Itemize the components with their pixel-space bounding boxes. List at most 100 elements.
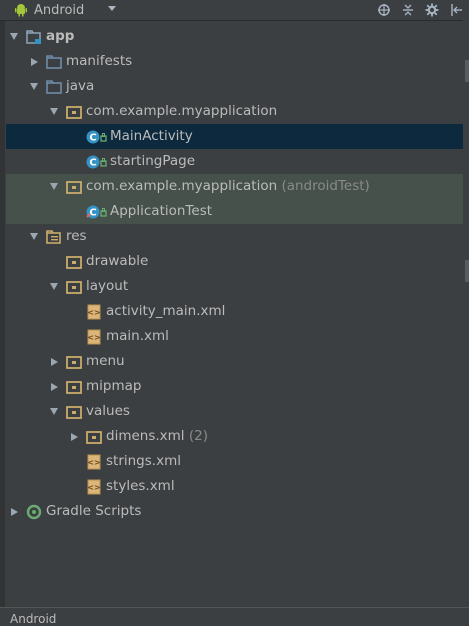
gear-icon[interactable] — [425, 3, 439, 17]
status-label: Android — [10, 612, 57, 626]
tree-item-values[interactable]: values — [6, 399, 464, 424]
tree-item-extra: (androidTest) — [281, 178, 370, 194]
tree-item-layout[interactable]: layout — [6, 274, 464, 299]
tree-item-mainactivity[interactable]: C MainActivity — [6, 124, 464, 149]
tree-item-label: activity_main.xml — [106, 299, 225, 324]
tree-item-extra: (2) — [188, 428, 208, 444]
tree-item-label: com.example.myapplication (androidTest) — [86, 174, 370, 199]
expanded-arrow-icon[interactable] — [49, 399, 59, 424]
tree-item-manifests[interactable]: manifests — [6, 49, 464, 74]
package-icon — [66, 279, 82, 295]
tree-item-text: startingPage — [110, 153, 196, 169]
tree-item-label: ApplicationTest — [110, 199, 212, 224]
scrollbar-thumb[interactable] — [465, 60, 469, 82]
status-bar: Android — [0, 607, 469, 626]
tree-item-startingpage[interactable]: CstartingPage — [6, 149, 464, 174]
tree-item-text: com.example.myapplication — [86, 178, 278, 194]
svg-text:<>: <> — [87, 308, 100, 317]
tree-item-strings-xml[interactable]: <> strings.xml — [6, 449, 464, 474]
res-icon — [46, 229, 62, 245]
chevron-down-icon[interactable] — [108, 6, 116, 11]
tree-item-main-xml[interactable]: <> main.xml — [6, 324, 464, 349]
tree-item-text: styles.xml — [106, 478, 175, 494]
collapsed-arrow-icon[interactable] — [29, 49, 39, 74]
tree-item-text: activity_main.xml — [106, 303, 226, 319]
tree-item-java[interactable]: java — [6, 74, 464, 99]
tree-item-com-example-myapplication[interactable]: com.example.myapplication (androidTest) — [6, 174, 464, 199]
collapsed-arrow-icon[interactable] — [69, 424, 79, 449]
folder-icon — [46, 79, 62, 95]
tree-item-label: com.example.myapplication — [86, 99, 277, 124]
tree-item-label: main.xml — [106, 324, 169, 349]
tree-item-label: dimens.xml (2) — [106, 424, 208, 449]
tree-item-text: MainActivity — [110, 128, 193, 144]
expanded-arrow-icon[interactable] — [49, 99, 59, 124]
class-test-icon: C — [86, 204, 108, 220]
tree-item-label: values — [86, 399, 130, 424]
tree-item-text: java — [66, 78, 95, 94]
tree-item-text: Gradle Scripts — [46, 503, 142, 519]
tree-item-drawable[interactable]: drawable — [6, 249, 464, 274]
hide-icon[interactable] — [449, 3, 463, 17]
tree-item-label: manifests — [66, 49, 132, 74]
package-icon — [86, 429, 102, 445]
tree-item-applicationtest[interactable]: C ApplicationTest — [6, 199, 464, 224]
view-title: Android — [34, 2, 85, 18]
tree-item-label: MainActivity — [110, 124, 193, 149]
tree-item-text: layout — [86, 278, 129, 294]
tree-item-text: ApplicationTest — [110, 203, 213, 219]
svg-text:C: C — [89, 208, 96, 219]
scrollbar-marker — [465, 260, 469, 282]
project-tree: app manifests java com.example.myapplicatio… — [6, 24, 464, 524]
tree-item-mipmap[interactable]: mipmap — [6, 374, 464, 399]
expanded-arrow-icon[interactable] — [49, 274, 59, 299]
toolbar: Android — [0, 0, 469, 21]
package-icon — [66, 179, 82, 195]
tree-item-styles-xml[interactable]: <> styles.xml — [6, 474, 464, 499]
tree-item-label: res — [66, 224, 87, 249]
expanded-arrow-icon[interactable] — [29, 74, 39, 99]
target-icon[interactable] — [377, 3, 391, 17]
svg-text:<>: <> — [87, 483, 100, 492]
tree-item-activity-main-xml[interactable]: <> activity_main.xml — [6, 299, 464, 324]
tree-item-res[interactable]: res — [6, 224, 464, 249]
left-edge — [0, 0, 5, 623]
collapsed-arrow-icon[interactable] — [49, 349, 59, 374]
tree-item-label: layout — [86, 274, 128, 299]
collapse-icon[interactable] — [401, 3, 415, 17]
xml-icon: <> — [86, 304, 102, 320]
scrollbar[interactable] — [463, 20, 469, 600]
tree-item-com-example-myapplication[interactable]: com.example.myapplication — [6, 99, 464, 124]
expanded-arrow-icon[interactable] — [9, 24, 19, 49]
folder-icon — [46, 54, 62, 70]
module-icon — [26, 29, 42, 45]
tree-item-gradle-scripts[interactable]: Gradle Scripts — [6, 499, 464, 524]
tree-item-label: app — [46, 24, 74, 49]
package-icon — [66, 104, 82, 120]
expanded-arrow-icon[interactable] — [29, 224, 39, 249]
android-icon — [15, 4, 27, 17]
xml-icon: <> — [86, 479, 102, 495]
tree-item-text: com.example.myapplication — [86, 103, 278, 119]
tree-item-label: java — [66, 74, 94, 99]
tree-item-text: values — [86, 403, 130, 419]
tree-item-app[interactable]: app — [6, 24, 464, 49]
package-icon — [66, 354, 82, 370]
gradle-icon — [26, 504, 42, 520]
svg-text:C: C — [89, 133, 96, 144]
svg-text:C: C — [89, 158, 96, 169]
collapsed-arrow-icon[interactable] — [49, 374, 59, 399]
tree-item-text: app — [46, 28, 75, 44]
tree-item-text: dimens.xml — [106, 428, 185, 444]
tree-item-text: strings.xml — [106, 453, 181, 469]
collapsed-arrow-icon[interactable] — [9, 499, 19, 524]
package-icon — [66, 379, 82, 395]
tree-item-menu[interactable]: menu — [6, 349, 464, 374]
view-selector[interactable]: Android — [14, 0, 84, 20]
tree-item-dimens-xml[interactable]: dimens.xml (2) — [6, 424, 464, 449]
package-icon — [66, 254, 82, 270]
tree-item-text: main.xml — [106, 328, 169, 344]
expanded-arrow-icon[interactable] — [49, 174, 59, 199]
tree-item-label: drawable — [86, 249, 148, 274]
tree-item-label: menu — [86, 349, 125, 374]
